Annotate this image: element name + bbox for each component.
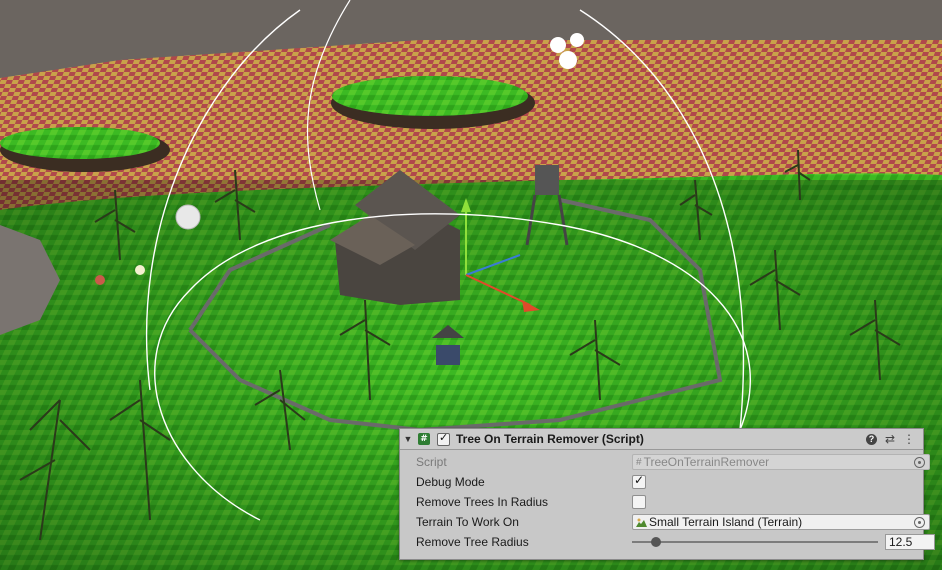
remove-trees-in-radius-checkbox[interactable] <box>632 495 646 509</box>
radius-slider-thumb[interactable] <box>650 537 661 547</box>
more-icon[interactable]: ⋮ <box>903 432 915 446</box>
row-terrain-to-work-on: Terrain To Work On Small Terrain Island … <box>416 513 930 531</box>
foldout-arrow-icon[interactable]: ▼ <box>401 434 415 444</box>
remove-trees-in-radius-label: Remove Trees In Radius <box>416 495 549 509</box>
debug-mode-checkbox[interactable] <box>632 473 646 489</box>
light-icon <box>135 265 145 275</box>
terrain-object-field[interactable]: Small Terrain Island (Terrain) <box>632 514 930 530</box>
script-value: TreeOnTerrainRemover <box>643 455 770 469</box>
component-enabled-checkbox[interactable] <box>437 431 450 446</box>
help-icon[interactable]: ? <box>865 433 877 445</box>
terrain-icon <box>636 518 647 527</box>
script-label: Script <box>416 455 447 469</box>
inspector-component-panel: ▼ # Tree On Terrain Remover (Script) ? ⇄… <box>399 428 935 560</box>
debug-mode-label: Debug Mode <box>416 475 485 489</box>
radius-number-field[interactable]: 12.5 <box>885 534 935 550</box>
light-icon <box>550 37 566 53</box>
script-field: # TreeOnTerrainRemover <box>632 454 930 470</box>
preset-icon[interactable]: ⇄ <box>885 432 895 446</box>
row-remove-trees-in-radius: Remove Trees In Radius <box>416 493 923 511</box>
terrain-to-work-on-label: Terrain To Work On <box>416 515 519 529</box>
row-remove-tree-radius: Remove Tree Radius 12.5 <box>416 533 935 551</box>
script-icon: # <box>418 433 430 445</box>
object-picker-icon[interactable] <box>914 516 925 528</box>
row-script: Script # TreeOnTerrainRemover <box>416 453 930 471</box>
component-title: Tree On Terrain Remover (Script) <box>456 432 644 446</box>
row-debug-mode: Debug Mode <box>416 473 923 491</box>
terrain-value: Small Terrain Island (Terrain) <box>649 515 803 529</box>
object-picker-icon <box>914 456 925 468</box>
component-header[interactable]: ▼ # Tree On Terrain Remover (Script) ? ⇄… <box>400 429 923 450</box>
script-file-icon: # <box>636 456 642 468</box>
remove-tree-radius-label: Remove Tree Radius <box>416 535 529 549</box>
light-icon <box>175 204 201 230</box>
radius-slider-track[interactable] <box>632 537 878 547</box>
